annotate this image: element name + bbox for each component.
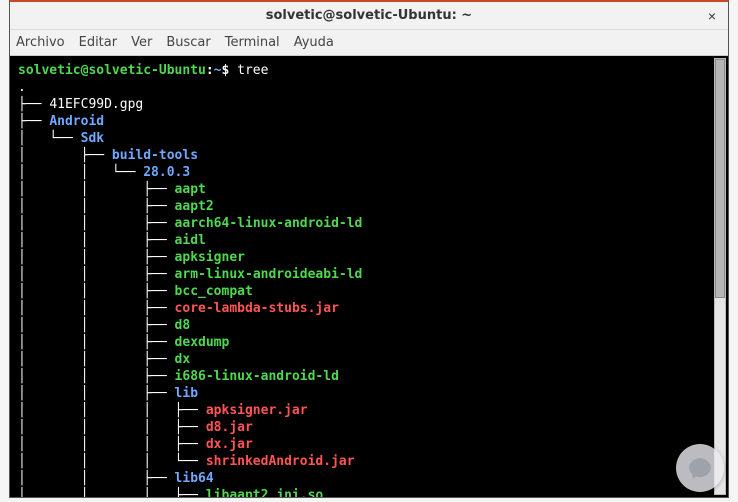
tree-entry: i686-linux-android-ld xyxy=(175,369,339,384)
tree-output: .├── 41EFC99D.gpg├── Android│ └── Sdk│ ├… xyxy=(18,79,728,497)
tree-line: │ │ │ └── shrinkedAndroid.jar xyxy=(18,453,728,470)
tree-connector: │ │ ├── xyxy=(18,233,175,248)
tree-connector: │ │ └── xyxy=(18,165,143,180)
tree-line: │ │ ├── lib xyxy=(18,385,728,402)
tree-line: │ │ └── 28.0.3 xyxy=(18,164,728,181)
tree-line: . xyxy=(18,79,728,96)
tree-line: │ │ ├── aarch64-linux-android-ld xyxy=(18,215,728,232)
scrollbar[interactable] xyxy=(714,58,726,495)
prompt-sep1: : xyxy=(206,63,214,78)
tree-line: │ │ ├── apksigner xyxy=(18,249,728,266)
tree-line: │ │ ├── aapt2 xyxy=(18,198,728,215)
tree-connector: │ │ ├── xyxy=(18,250,175,265)
tree-connector: │ │ │ ├── xyxy=(18,488,206,497)
tree-connector: │ │ │ └── xyxy=(18,454,206,469)
tree-entry: 41EFC99D.gpg xyxy=(49,97,143,112)
titlebar[interactable]: solvetic@solvetic-Ubuntu: ~ × xyxy=(10,2,728,30)
tree-connector: . xyxy=(18,80,26,95)
tree-entry: apksigner.jar xyxy=(206,403,308,418)
tree-entry: d8 xyxy=(175,318,191,333)
tree-entry: aidl xyxy=(175,233,206,248)
tree-connector: │ │ ├── xyxy=(18,216,175,231)
tree-line: │ │ │ ├── libaapt2_jni.so xyxy=(18,487,728,497)
close-icon[interactable]: × xyxy=(704,8,720,24)
tree-line: │ │ ├── aidl xyxy=(18,232,728,249)
tree-entry: aapt2 xyxy=(175,199,214,214)
tree-connector: │ │ │ ├── xyxy=(18,420,206,435)
tree-entry: aarch64-linux-android-ld xyxy=(175,216,363,231)
tree-connector: │ │ ├── xyxy=(18,352,175,367)
tree-connector: │ │ ├── xyxy=(18,267,175,282)
tree-entry: libaapt2_jni.so xyxy=(206,488,323,497)
tree-connector: │ ├── xyxy=(18,148,112,163)
tree-entry: bcc_compat xyxy=(175,284,253,299)
tree-line: │ └── Sdk xyxy=(18,130,728,147)
tree-line: │ │ ├── dx xyxy=(18,351,728,368)
tree-connector: │ │ │ ├── xyxy=(18,403,206,418)
tree-entry: d8.jar xyxy=(206,420,253,435)
tree-connector: │ └── xyxy=(18,131,81,146)
tree-entry: arm-linux-androideabi-ld xyxy=(175,267,363,282)
menu-archivo[interactable]: Archivo xyxy=(16,35,65,50)
menu-ver[interactable]: Ver xyxy=(131,35,152,50)
tree-connector: │ │ │ ├── xyxy=(18,437,206,452)
tree-entry: core-lambda-stubs.jar xyxy=(175,301,339,316)
tree-line: │ │ ├── arm-linux-androideabi-ld xyxy=(18,266,728,283)
prompt-command: tree xyxy=(237,63,268,78)
tree-connector: │ │ ├── xyxy=(18,182,175,197)
menubar: Archivo Editar Ver Buscar Terminal Ayuda xyxy=(10,30,728,56)
tree-entry: Android xyxy=(49,114,104,129)
menu-buscar[interactable]: Buscar xyxy=(166,35,210,50)
menu-terminal[interactable]: Terminal xyxy=(225,35,280,50)
tree-entry: dexdump xyxy=(175,335,230,350)
tree-connector: │ │ ├── xyxy=(18,471,175,486)
tree-line: │ ├── build-tools xyxy=(18,147,728,164)
tree-line: │ │ ├── core-lambda-stubs.jar xyxy=(18,300,728,317)
tree-entry: dx xyxy=(175,352,191,367)
chat-bubble-icon[interactable] xyxy=(676,444,724,492)
tree-entry: aapt xyxy=(175,182,206,197)
tree-connector: │ │ ├── xyxy=(18,386,175,401)
tree-connector: │ │ ├── xyxy=(18,335,175,350)
tree-connector: │ │ ├── xyxy=(18,284,175,299)
terminal-area[interactable]: solvetic@solvetic-Ubuntu:~$ tree .├── 41… xyxy=(10,56,728,497)
tree-connector: │ │ ├── xyxy=(18,369,175,384)
tree-connector: ├── xyxy=(18,114,49,129)
tree-entry: lib64 xyxy=(175,471,214,486)
prompt-sep2: $ xyxy=(222,63,238,78)
prompt-path: ~ xyxy=(214,63,222,78)
tree-line: │ │ ├── lib64 xyxy=(18,470,728,487)
menu-ayuda[interactable]: Ayuda xyxy=(294,35,334,50)
tree-line: │ │ ├── d8 xyxy=(18,317,728,334)
tree-line: │ │ │ ├── dx.jar xyxy=(18,436,728,453)
tree-line: │ │ ├── dexdump xyxy=(18,334,728,351)
terminal-window: solvetic@solvetic-Ubuntu: ~ × Archivo Ed… xyxy=(9,0,729,498)
tree-connector: ├── xyxy=(18,97,49,112)
scrollbar-thumb[interactable] xyxy=(715,59,725,298)
tree-connector: │ │ ├── xyxy=(18,199,175,214)
tree-line: ├── Android xyxy=(18,113,728,130)
tree-entry: apksigner xyxy=(175,250,245,265)
tree-entry: Sdk xyxy=(81,131,104,146)
prompt-userhost: solvetic@solvetic-Ubuntu xyxy=(18,63,206,78)
tree-entry: lib xyxy=(175,386,198,401)
tree-entry: dx.jar xyxy=(206,437,253,452)
menu-editar[interactable]: Editar xyxy=(79,35,118,50)
tree-entry: build-tools xyxy=(112,148,198,163)
window-title: solvetic@solvetic-Ubuntu: ~ xyxy=(266,8,472,23)
tree-line: │ │ ├── i686-linux-android-ld xyxy=(18,368,728,385)
tree-line: │ │ │ ├── apksigner.jar xyxy=(18,402,728,419)
tree-entry: 28.0.3 xyxy=(143,165,190,180)
tree-line: │ │ │ ├── d8.jar xyxy=(18,419,728,436)
tree-line: │ │ ├── aapt xyxy=(18,181,728,198)
tree-line: │ │ ├── bcc_compat xyxy=(18,283,728,300)
prompt-line: solvetic@solvetic-Ubuntu:~$ tree xyxy=(18,62,728,79)
tree-connector: │ │ ├── xyxy=(18,318,175,333)
tree-entry: shrinkedAndroid.jar xyxy=(206,454,355,469)
tree-line: ├── 41EFC99D.gpg xyxy=(18,96,728,113)
tree-connector: │ │ ├── xyxy=(18,301,175,316)
